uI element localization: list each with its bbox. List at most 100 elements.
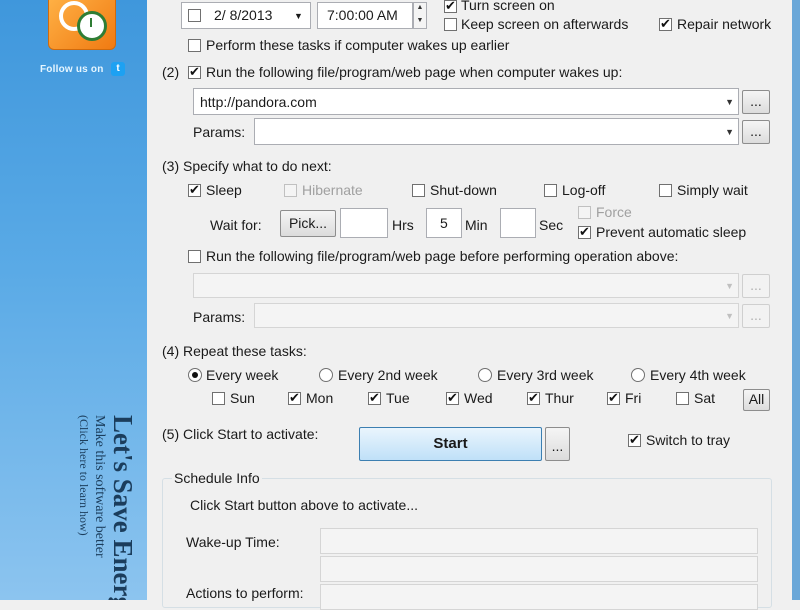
run-before-checkbox[interactable]	[188, 250, 201, 263]
hrs-label: Hrs	[392, 217, 414, 233]
seconds-input[interactable]	[500, 208, 536, 238]
schedule-info-title: Schedule Info	[172, 470, 262, 487]
before-params-combo[interactable]: ▼	[254, 303, 739, 328]
chevron-down-icon[interactable]: ▼	[725, 281, 734, 291]
every-3rd-week-radio[interactable]	[478, 368, 492, 382]
date-picker[interactable]: 2/ 8/2013 ▼	[181, 2, 311, 29]
prevent-sleep-label: Prevent automatic sleep	[596, 224, 747, 240]
wakes-earlier-checkbox[interactable]	[188, 39, 201, 52]
keep-screen-on-label: Keep screen on afterwards	[461, 16, 629, 32]
turn-screen-on-checkbox[interactable]	[444, 0, 457, 14]
day-thur-checkbox[interactable]	[527, 390, 540, 406]
time-spinner[interactable]: ▲ ▼	[413, 2, 427, 29]
day-tue-checkbox[interactable]	[368, 390, 381, 406]
chevron-down-icon[interactable]: ▼	[725, 127, 734, 137]
select-all-days-button[interactable]: All	[743, 389, 770, 411]
day-wed-label: Wed	[464, 390, 493, 406]
chevron-down-icon[interactable]: ▼	[294, 8, 303, 25]
slogan-link[interactable]: (Click here to learn how)	[77, 415, 91, 600]
day-fri-label: Fri	[625, 390, 642, 406]
day-sun-label: Sun	[230, 390, 255, 406]
wake-time-display-2	[320, 556, 758, 582]
start-options-button[interactable]: ...	[545, 427, 570, 461]
day-tue-label: Tue	[386, 390, 410, 406]
browse-before-program-button[interactable]: ...	[742, 274, 770, 298]
run-program-label: Run the following file/program/web page …	[206, 64, 623, 80]
wake-time-display	[320, 528, 758, 554]
sec-label: Sec	[539, 217, 564, 233]
wait-for-label: Wait for:	[210, 217, 262, 233]
actions-display	[320, 584, 758, 610]
chevron-down-icon[interactable]: ▼	[725, 311, 734, 321]
before-program-combo[interactable]: ▼	[193, 273, 739, 298]
twitter-icon[interactable]: t	[111, 62, 125, 76]
actions-label: Actions to perform:	[186, 585, 304, 601]
slogan-subtitle: Make this software better	[92, 415, 107, 558]
every-3rd-week-label: Every 3rd week	[497, 367, 594, 383]
logoff-checkbox[interactable]	[544, 184, 557, 197]
run-program-checkbox[interactable]	[188, 64, 201, 80]
chevron-down-icon[interactable]: ▼	[725, 97, 734, 107]
hibernate-checkbox[interactable]	[284, 184, 297, 197]
wake-params-combo[interactable]: ▼	[254, 118, 739, 145]
switch-tray-label: Switch to tray	[646, 432, 731, 448]
shutdown-checkbox[interactable]	[412, 184, 425, 197]
browse-before-params-button[interactable]: ...	[742, 304, 770, 328]
day-mon-checkbox[interactable]	[288, 390, 301, 406]
day-sat-checkbox[interactable]	[676, 392, 689, 405]
every-4th-week-radio[interactable]	[631, 368, 645, 382]
before-params-label: Params:	[193, 309, 246, 325]
sleep-checkbox[interactable]	[188, 182, 201, 198]
day-thur-label: Thur	[545, 390, 574, 406]
sleep-label: Sleep	[206, 182, 242, 198]
section4-title: (4) Repeat these tasks:	[162, 343, 307, 359]
minutes-input[interactable]: 5	[426, 208, 462, 238]
save-energy-banner[interactable]: Let's Save Energy! Make this software be…	[77, 415, 138, 600]
switch-tray-checkbox[interactable]	[628, 432, 641, 448]
date-enable-checkbox[interactable]	[188, 9, 201, 22]
force-label: Force	[596, 204, 632, 220]
schedule-hint: Click Start button above to activate...	[190, 497, 419, 513]
repair-network-checkbox[interactable]	[659, 16, 672, 32]
day-mon-label: Mon	[306, 390, 334, 406]
day-sat-label: Sat	[694, 390, 716, 406]
pick-button[interactable]: Pick...	[280, 210, 336, 237]
hours-input[interactable]	[340, 208, 388, 238]
force-checkbox[interactable]	[578, 206, 591, 219]
section3-title: (3) Specify what to do next:	[162, 158, 332, 174]
app-logo-icon	[48, 0, 116, 50]
sidebar: Follow us on t Let's Save Energy! Make t…	[0, 0, 147, 600]
wake-params-label: Params:	[193, 124, 246, 140]
time-field[interactable]: 7:00:00 AM	[317, 2, 413, 29]
wake-program-value: http://pandora.com	[200, 93, 317, 110]
time-value: 7:00:00 AM	[327, 7, 398, 23]
run-before-label: Run the following file/program/web page …	[206, 248, 679, 264]
start-button[interactable]: Start	[359, 427, 542, 461]
section2-number: (2)	[162, 64, 180, 80]
simply-wait-checkbox[interactable]	[659, 184, 672, 197]
day-sun-checkbox[interactable]	[212, 392, 225, 405]
turn-screen-on-label: Turn screen on	[461, 0, 555, 13]
follow-us-text[interactable]: Follow us on	[40, 64, 104, 75]
spin-up-icon[interactable]: ▲	[414, 3, 426, 16]
every-2nd-week-radio[interactable]	[319, 368, 333, 382]
hibernate-label: Hibernate	[302, 182, 363, 198]
day-fri-checkbox[interactable]	[607, 390, 620, 406]
simply-wait-label: Simply wait	[677, 182, 748, 198]
date-value: 2/ 8/2013	[214, 7, 273, 23]
day-wed-checkbox[interactable]	[446, 390, 459, 406]
keep-screen-on-checkbox[interactable]	[444, 18, 457, 31]
wake-time-label: Wake-up Time:	[186, 534, 280, 550]
min-label: Min	[465, 217, 488, 233]
every-week-radio[interactable]	[188, 368, 202, 382]
window-edge	[792, 0, 800, 600]
browse-wake-params-button[interactable]: ...	[742, 120, 770, 144]
browse-wake-program-button[interactable]: ...	[742, 90, 770, 114]
every-4th-week-label: Every 4th week	[650, 367, 746, 383]
wake-program-combo[interactable]: http://pandora.com ▼	[193, 88, 739, 115]
section5-title: (5) Click Start to activate:	[162, 426, 319, 442]
prevent-sleep-checkbox[interactable]	[578, 224, 591, 240]
every-week-label: Every week	[206, 367, 279, 383]
spin-down-icon[interactable]: ▼	[414, 16, 426, 29]
shutdown-label: Shut-down	[430, 182, 497, 198]
